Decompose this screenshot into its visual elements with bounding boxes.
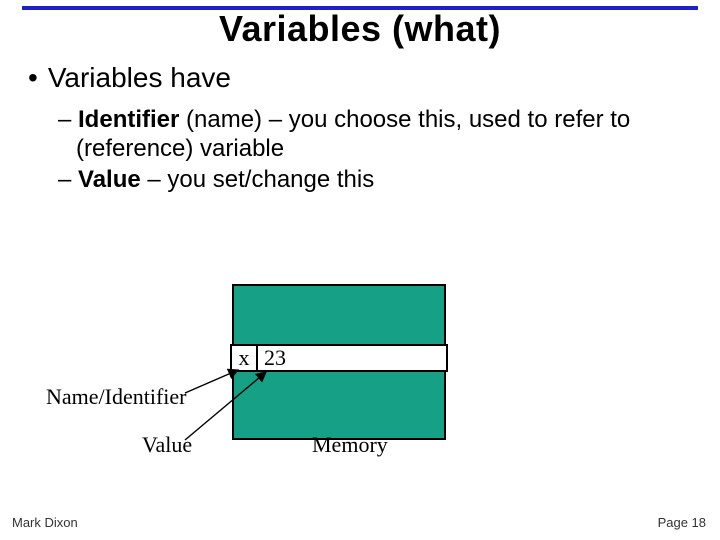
sub-bullet-value: – Value – you set/change this <box>76 166 686 195</box>
footer-author: Mark Dixon <box>12 515 78 530</box>
arrow-name-to-x <box>185 370 238 393</box>
label-name-identifier: Name/Identifier <box>46 384 187 410</box>
dash-icon: – <box>58 106 78 133</box>
label-value: Value <box>142 432 192 458</box>
dash-icon: – <box>58 166 78 193</box>
value-desc: – you set/change this <box>141 166 374 193</box>
identifier-term: Identifier <box>78 106 179 133</box>
variable-row: x 23 <box>230 344 448 372</box>
memory-diagram: x 23 <box>232 284 446 440</box>
value-term: Value <box>78 166 141 193</box>
variable-value-cell: 23 <box>258 344 448 372</box>
footer-page: Page 18 <box>658 515 706 530</box>
slide: Variables (what) • Variables have – Ident… <box>0 0 720 540</box>
bullet-text: Variables have <box>48 62 231 93</box>
variable-name-cell: x <box>230 344 258 372</box>
label-memory: Memory <box>312 432 388 458</box>
bullet-level1: • Variables have <box>28 62 231 94</box>
slide-title: Variables (what) <box>0 8 720 50</box>
sub-bullet-identifier: – Identifier (name) – you choose this, u… <box>76 106 686 164</box>
bullet-dot-icon: • <box>28 62 38 93</box>
